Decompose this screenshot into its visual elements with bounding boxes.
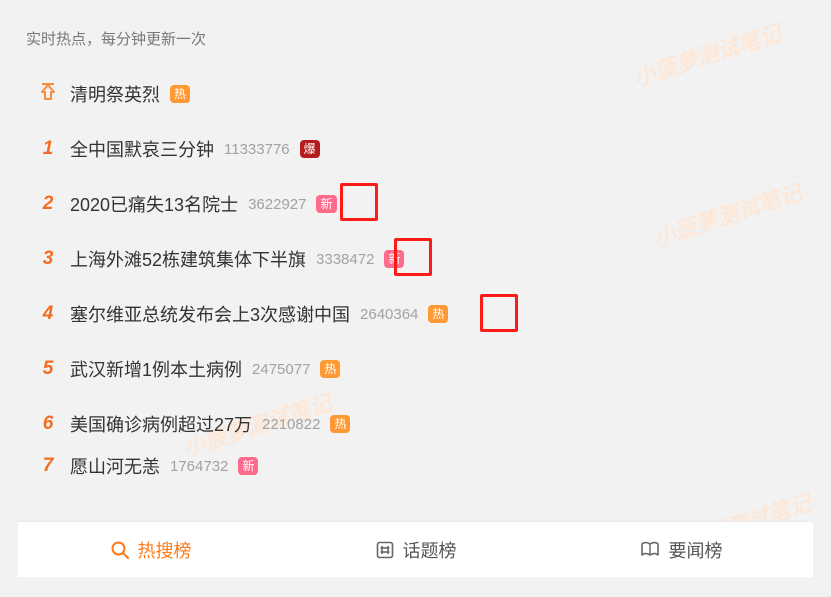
item-title: 全中国默哀三分钟 [70,136,214,162]
pin-top-icon [26,83,70,106]
badge-hot: 热 [170,85,190,103]
list-item[interactable]: 7 愿山河无恙 1764732 新 [18,452,813,481]
item-title: 美国确诊病例超过27万 [70,411,252,437]
item-title: 塞尔维亚总统发布会上3次感谢中国 [70,301,350,327]
rank-number: 3 [26,248,70,270]
search-icon [110,540,130,560]
badge-new: 新 [316,195,336,213]
list-item[interactable]: 1 全中国默哀三分钟 11333776 爆 [18,122,813,177]
item-title: 武汉新增1例本土病例 [70,356,242,382]
badge-new: 新 [238,457,258,475]
badge-new: 新 [384,250,404,268]
list-item[interactable]: 4 塞尔维亚总统发布会上3次感谢中国 2640364 热 [18,287,813,342]
news-icon [639,540,661,560]
item-title: 愿山河无恙 [70,453,160,479]
header-text: 实时热点，每分钟更新一次 [26,28,813,49]
badge-hot: 热 [320,360,340,378]
badge-hot: 热 [428,305,448,323]
tab-label: 热搜榜 [138,537,192,563]
rank-number: 4 [26,303,70,325]
list-item[interactable]: 5 武汉新增1例本土病例 2475077 热 [18,342,813,397]
item-count: 2210822 [262,416,320,433]
badge-hot: 热 [330,415,350,433]
item-title: 2020已痛失13名院士 [70,191,238,217]
list-item[interactable]: 3 上海外滩52栋建筑集体下半旗 3338472 新 [18,232,813,287]
rank-number: 2 [26,193,70,215]
item-count: 3622927 [248,196,306,213]
hashtag-icon [375,540,395,560]
hot-list-container: 实时热点，每分钟更新一次 清明祭英烈 热 1 全中国默哀三分钟 11333776… [18,28,813,481]
rank-number: 6 [26,413,70,435]
item-count: 3338472 [316,251,374,268]
list-item[interactable]: 6 美国确诊病例超过27万 2210822 热 [18,397,813,452]
tab-label: 话题榜 [403,537,457,563]
item-title: 上海外滩52栋建筑集体下半旗 [70,246,306,272]
item-count: 11333776 [224,141,290,158]
badge-boom: 爆 [300,140,320,158]
tab-label: 要闻榜 [669,537,723,563]
hot-list: 清明祭英烈 热 1 全中国默哀三分钟 11333776 爆 2 2020已痛失1… [18,67,813,481]
rank-number: 1 [26,138,70,160]
item-title: 清明祭英烈 [70,81,160,107]
list-item[interactable]: 2 2020已痛失13名院士 3622927 新 [18,177,813,232]
item-count: 1764732 [170,458,228,475]
list-item-pinned[interactable]: 清明祭英烈 热 [18,67,813,122]
rank-number: 5 [26,358,70,380]
item-count: 2475077 [252,361,310,378]
rank-number: 7 [26,455,70,477]
item-count: 2640364 [360,306,418,323]
